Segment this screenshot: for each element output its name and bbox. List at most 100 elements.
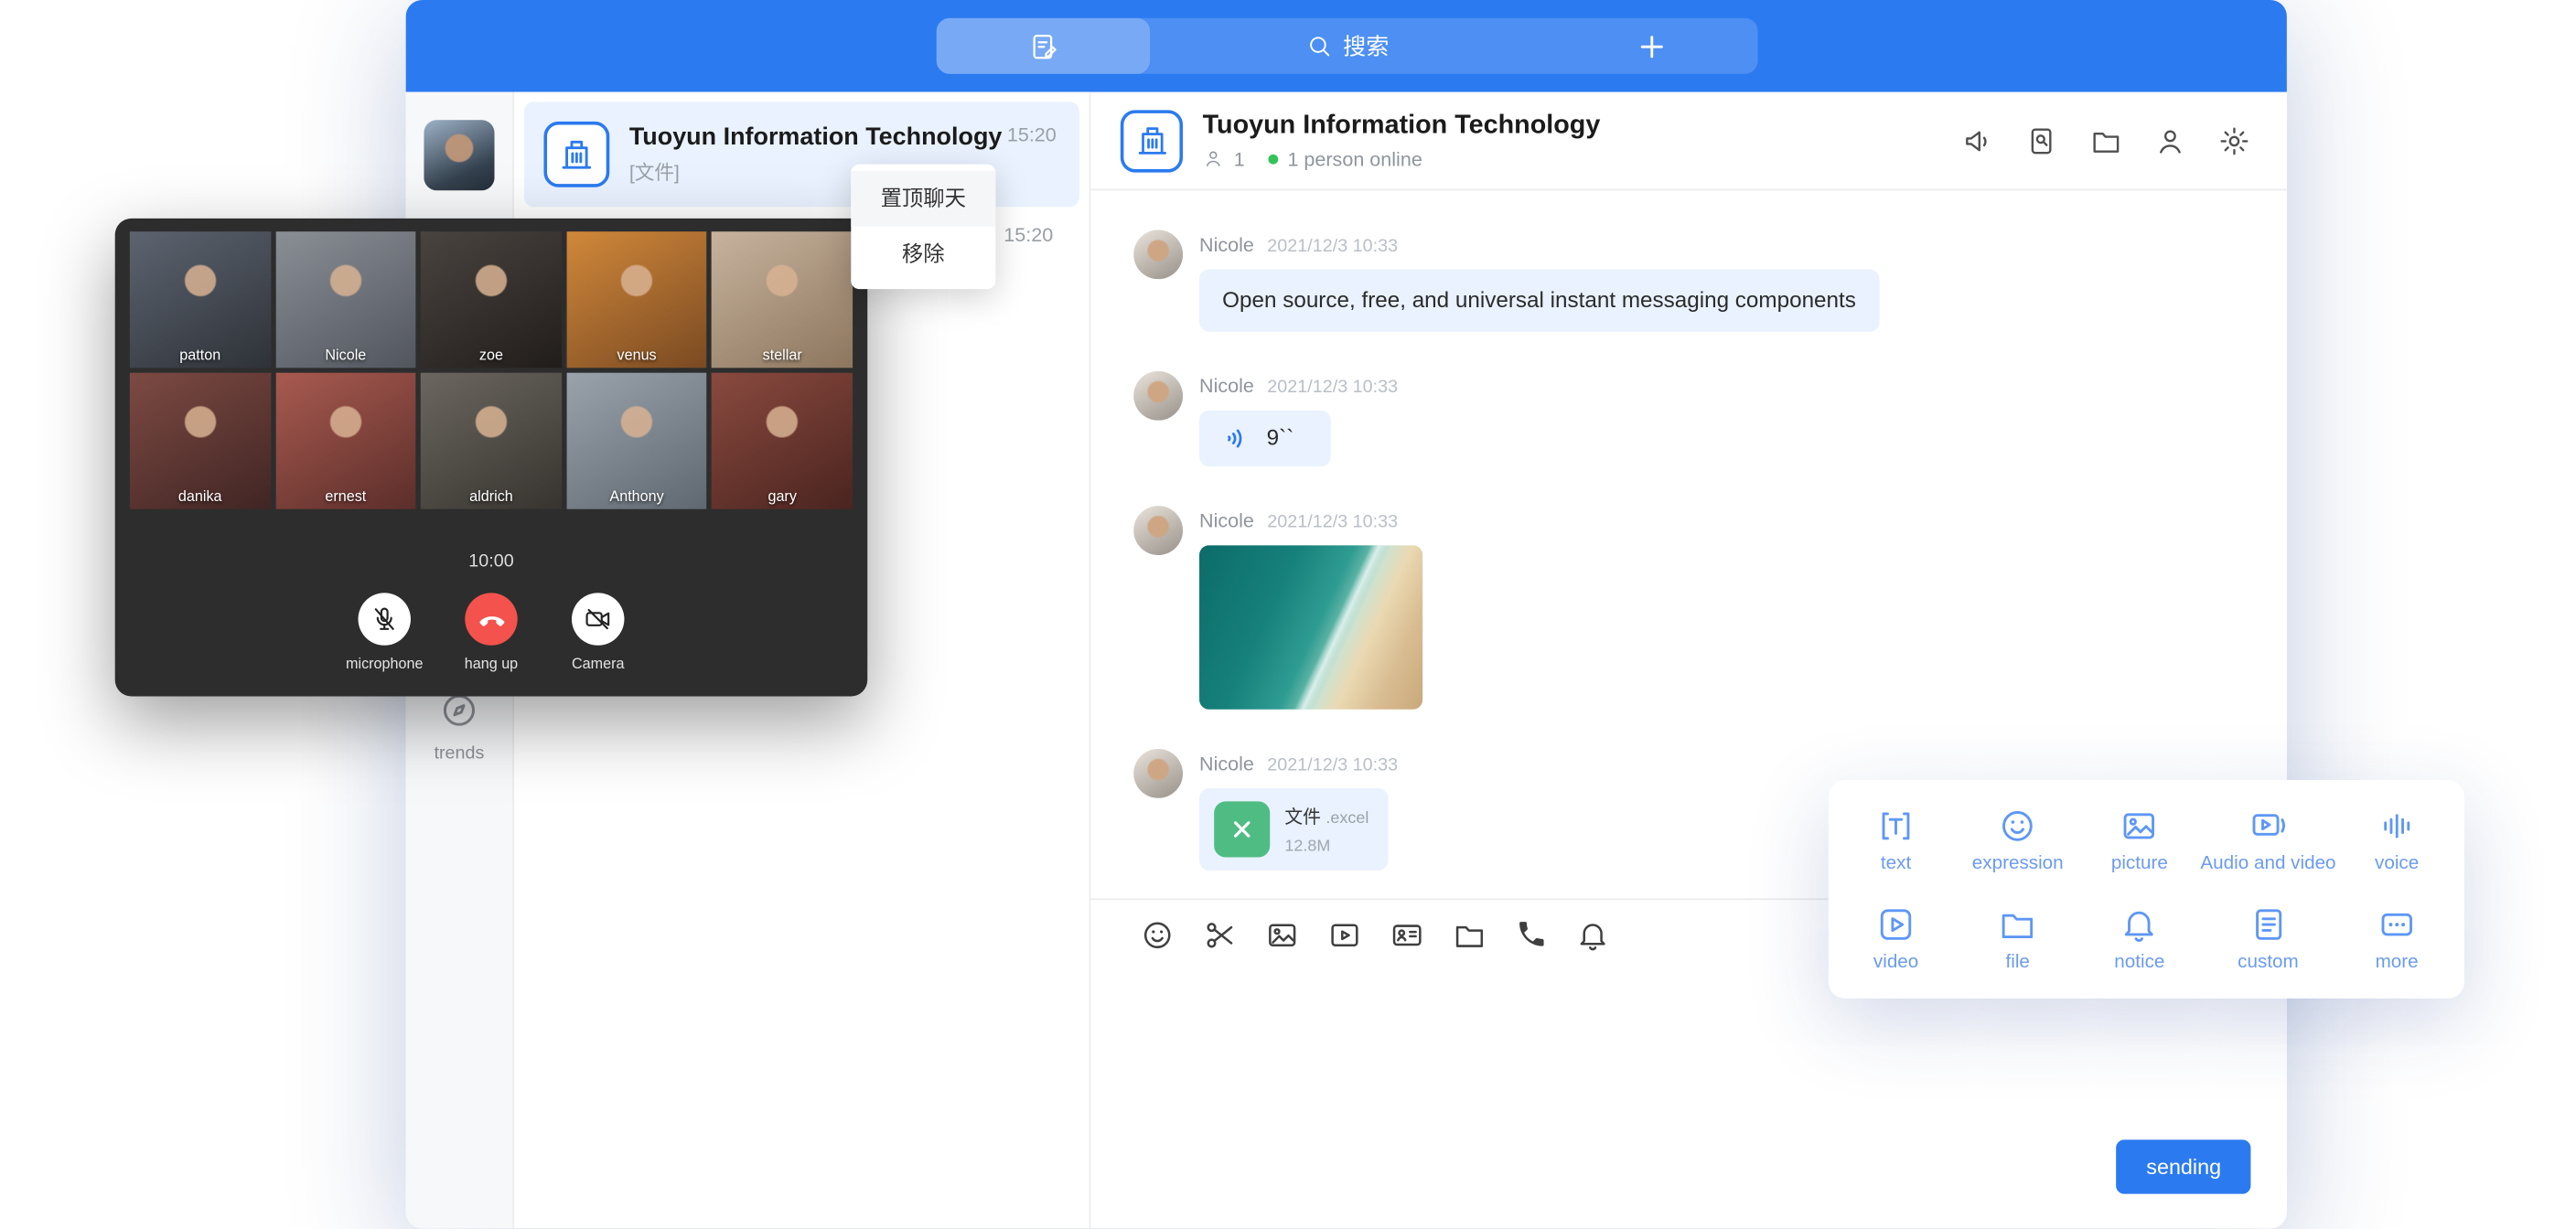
notification-button[interactable]: [1575, 917, 1610, 952]
call-timer: 10:00: [130, 551, 853, 572]
notes-button[interactable]: [937, 18, 1150, 74]
hang-up-button[interactable]: hang up: [445, 593, 538, 671]
file-message[interactable]: 文件 .excel 12.8M: [1199, 789, 1389, 871]
participant-name: zoe: [421, 347, 562, 363]
participant-name: Nicole: [275, 347, 416, 363]
context-menu: 置顶聊天 移除: [851, 165, 995, 289]
add-button[interactable]: [1544, 18, 1757, 74]
message-meta: Nicole 2021/12/3 10:33: [1199, 375, 1398, 398]
add-icon: [1636, 30, 1667, 61]
message-time: 2021/12/3 10:33: [1267, 378, 1398, 398]
files-button[interactable]: [2089, 124, 2122, 157]
notice-icon: [2120, 905, 2159, 945]
panel-item-text[interactable]: text: [1835, 790, 1957, 890]
folder-icon: [1453, 917, 1487, 952]
message-meta: Nicole 2021/12/3 10:33: [1199, 233, 1879, 256]
conversation-time: 15:20: [1007, 123, 1057, 146]
conversation-item[interactable]: Tuoyun Information Technology [文件] 15:20: [524, 102, 1079, 207]
sidebar-item-trends[interactable]: trends: [406, 689, 513, 764]
voice-icon: [2377, 806, 2417, 845]
chat-title: Tuoyun Information Technology: [1203, 111, 1601, 140]
notification-icon: [1575, 917, 1610, 952]
panel-item-file[interactable]: file: [1957, 889, 2078, 989]
participant-tile: patton: [130, 231, 271, 368]
folder-button[interactable]: [1453, 917, 1487, 952]
members-count-icon: [1203, 148, 1224, 169]
file-ext: .excel: [1326, 810, 1368, 828]
trends-label: trends: [406, 744, 513, 764]
group-notice-icon: [1961, 124, 1994, 157]
panel-item-video[interactable]: video: [1835, 889, 1957, 989]
more-icon: [2377, 905, 2417, 945]
context-menu-item-remove[interactable]: 移除: [851, 227, 995, 283]
panel-item-expression[interactable]: expression: [1957, 790, 2078, 890]
search-label: 搜索: [1343, 29, 1389, 62]
image-button[interactable]: [1265, 917, 1300, 952]
settings-button[interactable]: [2217, 124, 2250, 157]
video-file-button[interactable]: [1327, 917, 1362, 952]
sender-avatar[interactable]: [1133, 230, 1183, 279]
voice-duration: 9``: [1267, 424, 1294, 454]
custom-icon: [2249, 905, 2288, 945]
control-label: microphone: [346, 656, 423, 672]
call-button[interactable]: [1515, 918, 1548, 951]
send-button[interactable]: sending: [2117, 1139, 2250, 1193]
chat-history-button[interactable]: [2025, 124, 2058, 157]
chat-meta: 1 1 person online: [1203, 147, 1601, 170]
user-avatar[interactable]: [424, 120, 494, 190]
voice-message-bubble[interactable]: 9``: [1199, 411, 1330, 466]
participant-name: gary: [712, 487, 853, 504]
org-avatar: [543, 122, 609, 187]
composer-input-area[interactable]: sending: [1090, 969, 2286, 1229]
message-type-panel: text expression picture Audio and video …: [1829, 780, 2464, 999]
notes-icon: [1027, 30, 1058, 61]
panel-item-audio-video[interactable]: Audio and video: [2200, 790, 2335, 890]
context-menu-item-pin[interactable]: 置顶聊天: [851, 171, 995, 227]
voice-icon: [1222, 424, 1251, 454]
chat-header: Tuoyun Information Technology 1 1 person…: [1090, 92, 2286, 191]
members-button[interactable]: [2153, 124, 2186, 157]
emoji-button[interactable]: [1140, 917, 1175, 952]
microphone-button[interactable]: microphone: [338, 593, 431, 671]
file-size: 12.8M: [1284, 839, 1368, 857]
building-icon: [557, 134, 596, 174]
sender-name: Nicole: [1199, 375, 1254, 398]
participant-grid: patton Nicole zoe venus stellar danika e…: [130, 231, 853, 509]
panel-item-voice[interactable]: voice: [2336, 790, 2458, 890]
group-notice-button[interactable]: [1961, 124, 1994, 157]
screenshot-button[interactable]: [1203, 917, 1238, 952]
message-meta: Nicole 2021/12/3 10:33: [1199, 753, 1398, 775]
message-time: 2021/12/3 10:33: [1267, 513, 1398, 533]
image-icon: [1265, 917, 1300, 952]
call-icon: [1515, 918, 1548, 951]
sender-name: Nicole: [1199, 510, 1254, 533]
contact-card-icon: [1390, 917, 1424, 952]
sender-avatar[interactable]: [1133, 750, 1183, 799]
participant-name: patton: [130, 347, 271, 363]
audio-video-icon: [2249, 806, 2288, 845]
hang-up-icon: [465, 593, 517, 645]
message-time: 2021/12/3 10:33: [1267, 237, 1398, 257]
contact-card-button[interactable]: [1390, 917, 1424, 952]
members-icon: [2153, 124, 2186, 157]
sender-avatar[interactable]: [1133, 507, 1183, 556]
search-button[interactable]: 搜索: [1150, 18, 1544, 74]
file-name: 文件 .excel: [1284, 804, 1368, 830]
participant-name: venus: [566, 347, 707, 363]
camera-button[interactable]: Camera: [552, 593, 644, 671]
panel-item-custom[interactable]: custom: [2200, 889, 2335, 989]
call-controls: microphone hang up Camera: [130, 593, 853, 671]
participant-tile: Nicole: [275, 231, 416, 368]
panel-item-picture[interactable]: picture: [2078, 790, 2200, 890]
participant-name: ernest: [275, 487, 416, 504]
participant-tile: ernest: [275, 373, 416, 509]
image-message[interactable]: [1199, 546, 1422, 711]
participant-name: Anthony: [566, 487, 707, 504]
panel-item-notice[interactable]: notice: [2078, 889, 2200, 989]
screenshot-icon: [1203, 917, 1238, 952]
search-icon: [1305, 33, 1332, 59]
file-info: 文件 .excel 12.8M: [1284, 804, 1368, 856]
sender-avatar[interactable]: [1133, 371, 1183, 421]
participant-name: aldrich: [421, 487, 562, 504]
panel-item-more[interactable]: more: [2336, 889, 2458, 989]
